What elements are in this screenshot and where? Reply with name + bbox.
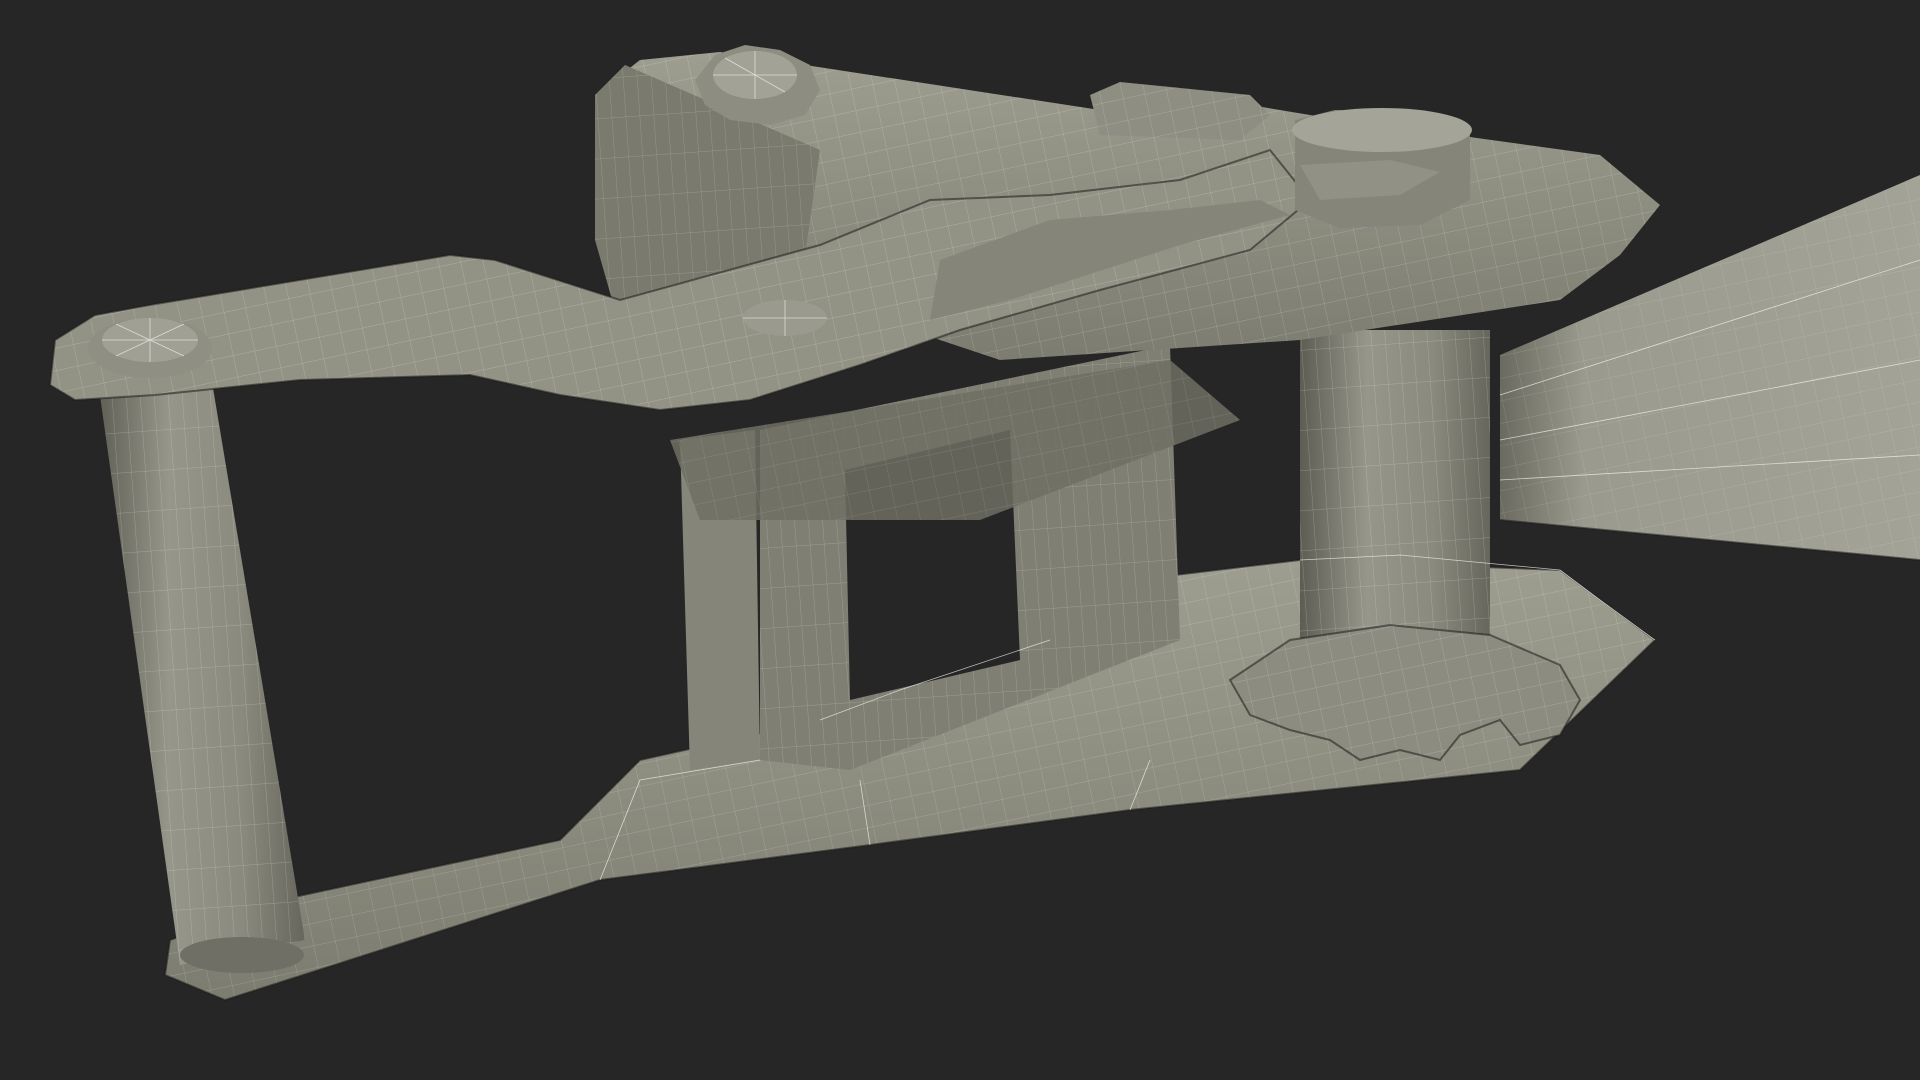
bolt-cap-left [88, 318, 212, 378]
wireframe-model [48, 45, 1920, 1002]
bolt-cap-mid [743, 300, 827, 336]
loop-end-pin [95, 340, 305, 973]
spool-cap [1292, 108, 1472, 228]
render-viewport [0, 0, 1920, 1080]
